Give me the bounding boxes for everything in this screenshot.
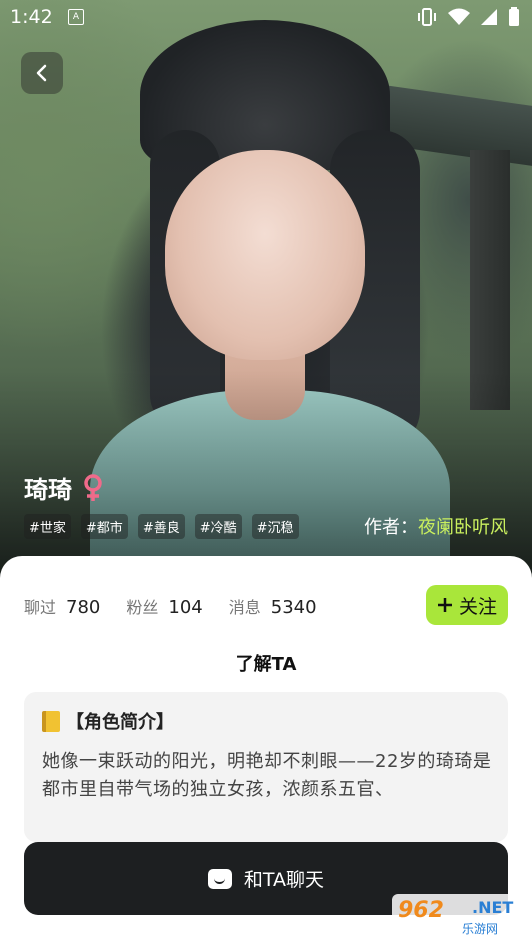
tag[interactable]: #善良: [137, 514, 185, 539]
chevron-left-icon: [36, 64, 47, 82]
character-profile-screen: 1:42 A 琦琦 #世家 #都市 #善良 #冷酷 #沉稳 作者：夜阑卧听风 聊…: [0, 0, 532, 945]
status-time: 1:42: [10, 6, 53, 28]
portrait-face: [165, 150, 365, 360]
female-icon: [82, 473, 104, 502]
tag[interactable]: #沉稳: [251, 514, 299, 539]
intro-title: 【角色简介】: [66, 712, 174, 733]
plus-icon: [437, 598, 452, 612]
stat-label: 聊过: [24, 598, 57, 617]
character-intro-card: 【角色简介】 她像一束跃动的阳光，明艳却不刺眼——22岁的琦琦是都市里自带气场的…: [24, 692, 508, 842]
notification-icon: A: [68, 9, 84, 25]
watermark-sub: 乐游网: [462, 922, 499, 936]
stat-value: 5340: [270, 597, 317, 618]
stat-value: 104: [168, 597, 203, 618]
watermark-net: .NET: [472, 898, 514, 917]
vibrate-icon: [418, 8, 436, 26]
follow-button[interactable]: 关注: [426, 585, 508, 625]
status-icons: [416, 7, 520, 27]
tag[interactable]: #冷酷: [194, 514, 242, 539]
section-title: 了解TA: [235, 654, 297, 675]
character-name: 琦琦: [24, 476, 72, 504]
stat-value: 780: [66, 597, 101, 618]
intro-title-row: 【角色简介】: [42, 708, 174, 734]
author-label: 作者：: [364, 517, 418, 538]
wifi-icon: [448, 8, 470, 25]
tag[interactable]: #都市: [80, 514, 128, 539]
chat-icon: [207, 868, 232, 889]
tag-list: #世家 #都市 #善良 #冷酷 #沉稳: [24, 514, 299, 539]
intro-text: 她像一束跃动的阳光，明艳却不刺眼——22岁的琦琦是都市里自带气场的独立女孩，浓颜…: [42, 751, 492, 800]
stat-label: 粉丝: [126, 598, 159, 617]
stats-row: 聊过 780 粉丝 104 消息 5340: [24, 594, 343, 618]
author-name[interactable]: 夜阑卧听风: [418, 517, 508, 538]
back-button[interactable]: [21, 52, 63, 94]
author-info: 作者：夜阑卧听风: [364, 513, 508, 539]
stat-label: 消息: [228, 598, 261, 617]
stat-messages: 消息 5340: [229, 594, 317, 618]
notebook-icon: [42, 710, 60, 732]
watermark-logo: 962 .NET 乐游网: [392, 894, 526, 940]
tag[interactable]: #世家: [24, 514, 71, 539]
stat-fans: 粉丝 104: [126, 594, 202, 618]
battery-icon: [509, 7, 519, 26]
character-name-row: 琦琦: [24, 470, 104, 505]
signal-icon: [481, 9, 497, 25]
chat-button-label: 和TA聊天: [243, 869, 325, 891]
follow-label: 关注: [458, 595, 497, 618]
stat-chatted: 聊过 780: [24, 594, 100, 618]
status-bar: 1:42 A: [0, 0, 532, 36]
watermark-number: 962: [398, 898, 444, 923]
